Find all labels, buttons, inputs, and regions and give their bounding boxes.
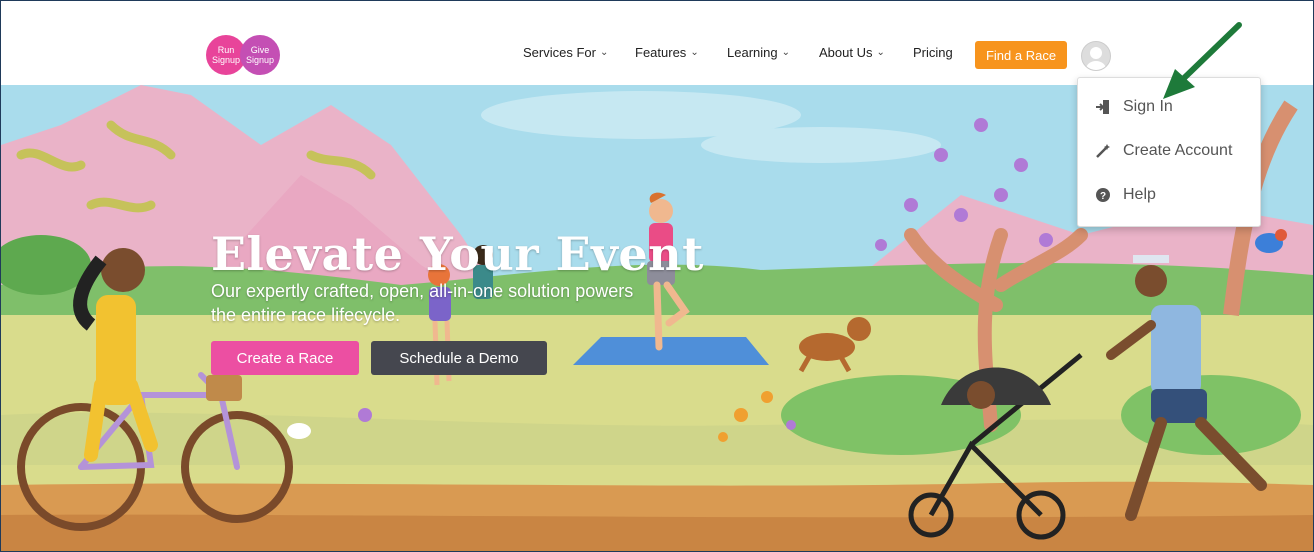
give-signup-logo-mark: Give Signup — [240, 35, 280, 75]
nav-learning[interactable]: Learning ⌄ — [727, 45, 790, 60]
nav-pricing[interactable]: Pricing — [913, 45, 953, 60]
nav-services-for-label: Services For — [523, 45, 596, 60]
nav-about-us[interactable]: About Us ⌄ — [819, 45, 885, 60]
nav-features-label: Features — [635, 45, 687, 60]
create-account-menu-item[interactable]: Create Account — [1094, 142, 1232, 160]
user-avatar-icon[interactable] — [1081, 41, 1111, 71]
help-label: Help — [1123, 186, 1156, 203]
schedule-demo-button[interactable]: Schedule a Demo — [371, 341, 547, 375]
chevron-down-icon: ⌄ — [876, 47, 885, 58]
create-account-label: Create Account — [1123, 142, 1233, 159]
chevron-down-icon: ⌄ — [690, 47, 699, 58]
hero-subtitle: Our expertly crafted, open, all-in-one s… — [211, 281, 634, 325]
sign-in-icon — [1094, 99, 1112, 115]
nav-about-us-label: About Us — [819, 45, 873, 60]
nav-learning-label: Learning — [727, 45, 778, 60]
annotation-arrow-icon — [1163, 22, 1242, 99]
hero-title: Elevate Your Event — [211, 227, 704, 281]
chevron-down-icon: ⌄ — [781, 47, 790, 58]
nav-features[interactable]: Features ⌄ — [635, 45, 699, 60]
nav-pricing-label: Pricing — [913, 45, 953, 60]
site-header: Run Signup Give Signup Services For ⌄ Fe… — [1, 1, 1313, 85]
create-race-button[interactable]: Create a Race — [211, 341, 359, 375]
logo-signup-text: Signup — [211, 55, 241, 65]
browser-frame: Elevate Your Event Our expertly crafted,… — [0, 0, 1314, 552]
svg-text:?: ? — [1100, 191, 1106, 202]
logo-run-text: Run — [217, 45, 235, 55]
magic-wand-icon — [1094, 143, 1112, 159]
question-circle-icon: ? — [1094, 187, 1112, 203]
logo-signup-text-2: Signup — [245, 55, 275, 65]
help-menu-item[interactable]: ? Help — [1094, 186, 1156, 204]
find-race-button[interactable]: Find a Race — [975, 41, 1067, 69]
nav-services-for[interactable]: Services For ⌄ — [523, 45, 608, 60]
logo-give-text: Give — [250, 45, 270, 55]
chevron-down-icon: ⌄ — [599, 47, 609, 58]
